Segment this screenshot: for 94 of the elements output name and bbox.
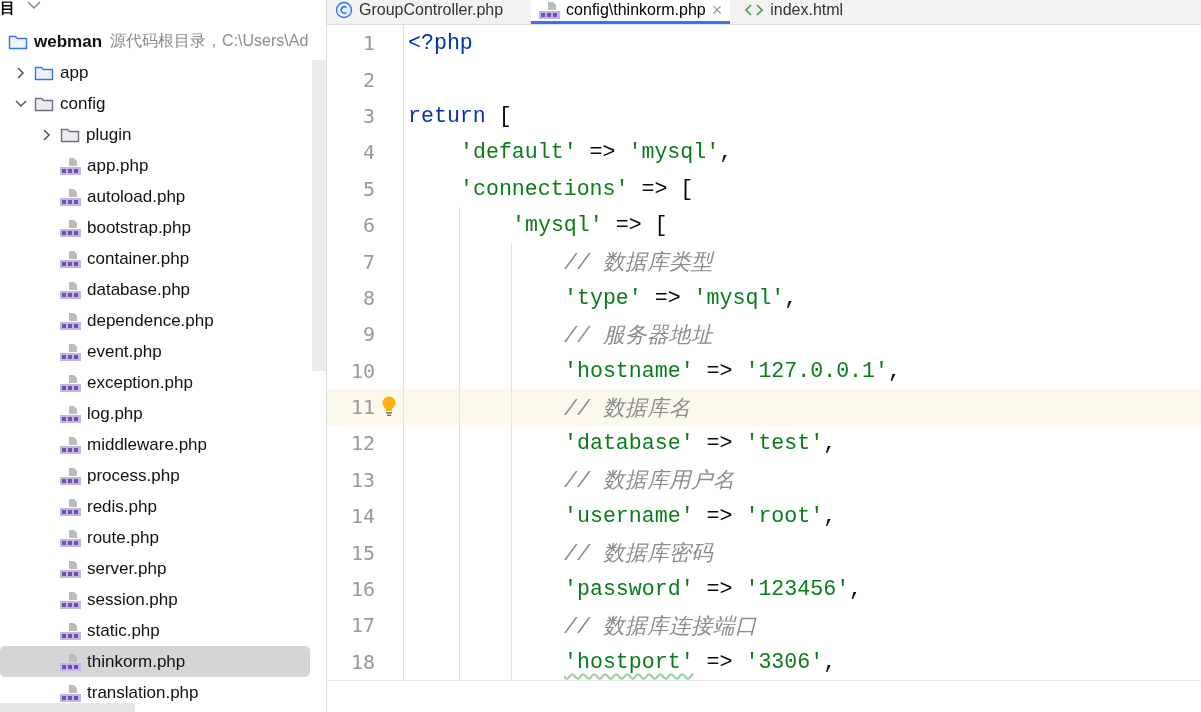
tree-item-label[interactable]: container.php	[87, 248, 190, 269]
folder-icon	[34, 64, 54, 81]
tree-item-label[interactable]: plugin	[86, 124, 132, 145]
php-file-icon	[60, 528, 81, 547]
code-line: // 数据库名	[564, 395, 691, 422]
php-file-icon	[60, 683, 81, 702]
tree-item-label[interactable]: app.php	[87, 155, 149, 176]
folder-icon	[34, 95, 54, 112]
code-line: 'password' => '123456',	[564, 577, 863, 602]
php-file-icon	[60, 156, 81, 175]
editor-tab[interactable]: index.html	[736, 0, 852, 24]
tree-item-label[interactable]: app	[60, 62, 89, 83]
line-number: 7	[361, 249, 375, 274]
tree-item-label: thinkorm.php	[87, 651, 186, 672]
line-number: 6	[361, 213, 375, 238]
php-file-icon	[60, 466, 81, 485]
panel-title: 目	[0, 0, 15, 17]
php-file-icon	[60, 497, 81, 516]
lightbulb-icon[interactable]	[381, 396, 397, 419]
code-line: // 数据库类型	[564, 250, 713, 277]
tree-item-label[interactable]: process.php	[87, 465, 180, 486]
html-tag-icon	[744, 3, 765, 17]
tree-item-label[interactable]: exception.php	[87, 372, 193, 393]
code-line: return [	[408, 103, 512, 128]
scrollbar-thumb[interactable]	[0, 703, 135, 712]
code-line: // 服务器地址	[564, 322, 713, 349]
php-file-icon	[60, 652, 81, 671]
php-file-icon	[60, 280, 81, 299]
code-line: 'database' => 'test',	[564, 431, 837, 456]
php-file-icon	[539, 1, 561, 19]
tree-item-label[interactable]: webman	[34, 31, 103, 52]
line-number: 10	[349, 358, 375, 383]
code-line: // 数据库用户名	[564, 468, 735, 495]
code-line: 'username' => 'root',	[564, 504, 837, 529]
php-file-icon	[60, 373, 81, 392]
line-number: 5	[361, 176, 375, 201]
code-line: 'connections' => [	[460, 176, 694, 201]
tree-item-label[interactable]: event.php	[87, 341, 162, 362]
folder-icon	[8, 33, 28, 50]
line-number: 12	[349, 431, 375, 456]
editor-tab[interactable]: config\thinkorm.php ×	[531, 0, 731, 24]
tree-item-label[interactable]: database.php	[87, 279, 191, 300]
line-number: 3	[361, 103, 375, 128]
tree-item-label[interactable]: session.php	[87, 589, 178, 610]
chevron-right-icon[interactable]	[43, 128, 51, 141]
line-number: 9	[361, 322, 375, 347]
php-file-icon	[60, 249, 81, 268]
tree-item-label[interactable]: redis.php	[87, 496, 157, 517]
tree-item-label[interactable]: route.php	[87, 527, 159, 548]
tree-item-label[interactable]: middleware.php	[87, 434, 207, 455]
php-file-icon	[60, 621, 81, 640]
php-file-icon	[60, 218, 81, 237]
php-file-icon	[60, 559, 81, 578]
tree-item-label[interactable]: bootstrap.php	[87, 217, 191, 238]
tree-item-label[interactable]: server.php	[87, 558, 167, 579]
line-number: 4	[361, 140, 375, 165]
php-file-icon	[60, 187, 81, 206]
code-line: // 数据库连接端口	[564, 613, 757, 640]
chevron-down-icon[interactable]	[15, 99, 27, 108]
editor-tab[interactable]: GroupController.php	[327, 0, 512, 24]
line-number: 1	[361, 31, 375, 56]
code-line: 'mysql' => [	[512, 213, 668, 238]
tree-item-label[interactable]: static.php	[87, 620, 160, 641]
selected-tree-item[interactable]: thinkorm.php	[0, 646, 310, 677]
php-file-icon	[60, 404, 81, 423]
folder-icon	[60, 126, 80, 143]
php-file-icon	[60, 342, 81, 361]
line-number: 2	[361, 67, 375, 92]
code-line: 'hostname' => '127.0.0.1',	[564, 358, 901, 383]
code-line: 'hostport' => '3306',	[564, 649, 837, 674]
tree-item-label[interactable]: translation.php	[87, 682, 199, 703]
php-file-icon	[60, 435, 81, 454]
chevron-right-icon[interactable]	[17, 66, 25, 79]
scrollbar-thumb[interactable]	[312, 60, 326, 371]
code-line: 'default' => 'mysql',	[460, 140, 733, 165]
chevron-down-icon[interactable]	[27, 1, 41, 10]
tree-item-label[interactable]: autoload.php	[87, 186, 186, 207]
code-line: <?php	[408, 31, 473, 56]
php-file-icon	[60, 590, 81, 609]
path-hint: 源代码根目录，C:\Users\Ad	[110, 31, 309, 51]
code-line: 'type' => 'mysql',	[564, 285, 798, 310]
tree-item-label[interactable]: log.php	[87, 403, 143, 424]
line-number: 17	[349, 613, 375, 638]
line-number: 8	[361, 285, 375, 310]
tree-item-label[interactable]: config	[60, 93, 106, 114]
code-line: // 数据库密码	[564, 541, 713, 568]
tree-item-label[interactable]: dependence.php	[87, 310, 214, 331]
line-number: 13	[349, 467, 375, 492]
line-number: 14	[349, 504, 375, 529]
line-number: 15	[349, 540, 375, 565]
php-file-icon	[60, 311, 81, 330]
line-number: 11	[349, 395, 375, 420]
line-number: 16	[349, 577, 375, 602]
line-number: 18	[349, 649, 375, 674]
